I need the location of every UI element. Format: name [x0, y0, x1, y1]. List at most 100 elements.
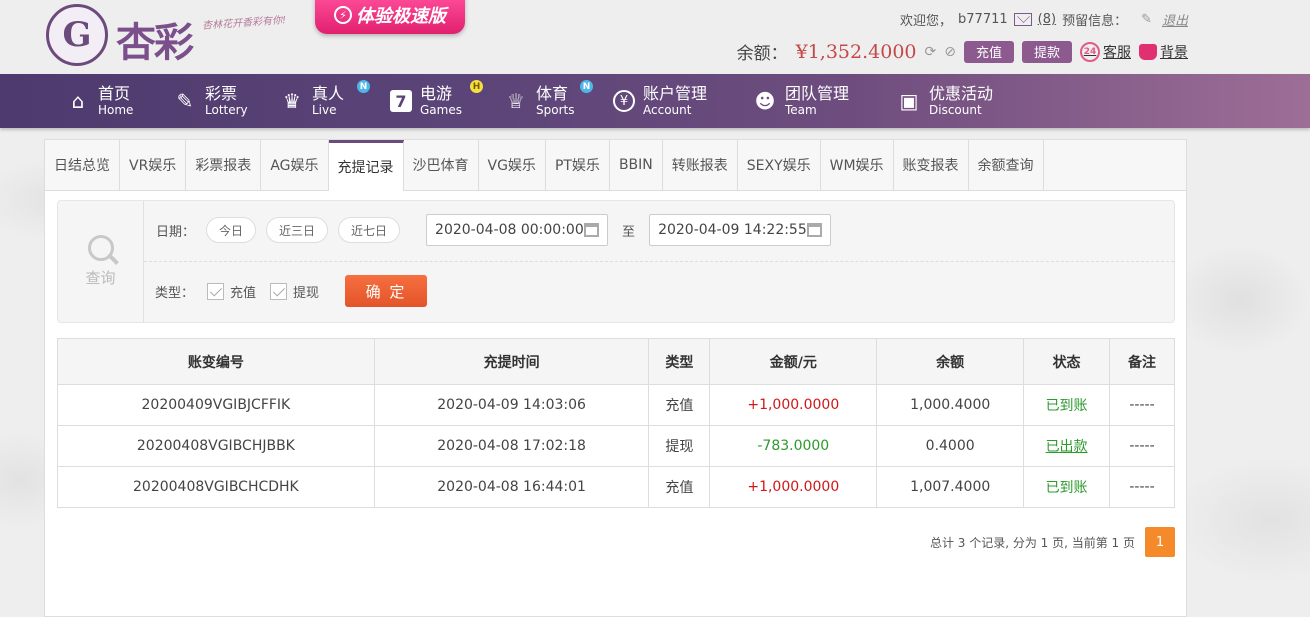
pagination: 总计 3 个记录, 分为 1 页, 当前第 1 页 1	[930, 527, 1175, 557]
date-label: 日期：	[156, 224, 196, 240]
nav-account[interactable]: ¥ 账户管理 Account	[613, 74, 707, 128]
tab-sexy[interactable]: SEXY娱乐	[737, 140, 821, 190]
nav-sublabel: Lottery	[205, 103, 248, 117]
deposit-button[interactable]: 充值	[963, 40, 1014, 63]
main-nav: ⌂ 首页 Home ✎ 彩票 Lottery ♛ 真人 Live N 7 电游 Game…	[0, 74, 1310, 128]
start-date-field[interactable]: 2020-04-08 00:00:00	[426, 214, 609, 246]
column-header: 备注	[1109, 338, 1175, 385]
speed-version-label: 体验极速版	[356, 6, 446, 27]
deposit-checkbox[interactable]: 充值	[207, 282, 256, 301]
tab-saba-sports[interactable]: 沙巴体育	[403, 140, 479, 190]
cell-status-link[interactable]: 已出款	[1023, 425, 1111, 467]
shirt-icon	[1139, 43, 1157, 60]
logo-mark-icon: G	[46, 4, 108, 66]
tab-lottery-report[interactable]: 彩票报表	[186, 140, 262, 190]
cell-status: 已到账	[1023, 384, 1111, 426]
page-1-button[interactable]: 1	[1145, 527, 1175, 557]
tab-bbin[interactable]: BBIN	[609, 140, 663, 190]
background-link[interactable]: 背景	[1139, 42, 1188, 62]
hide-balance-icon[interactable]: ⊘	[944, 44, 956, 60]
refresh-icon[interactable]: ⟳	[925, 44, 937, 60]
table-header-row: 账变编号 充提时间 类型 金额/元 余额 状态 备注	[57, 338, 1175, 385]
tab-wm[interactable]: WM娱乐	[820, 140, 894, 190]
balance-label: 余额：	[736, 44, 788, 64]
pagination-summary: 总计 3 个记录, 分为 1 页, 当前第 1 页	[929, 535, 1135, 550]
mail-icon[interactable]	[1013, 13, 1032, 26]
cell-type: 提现	[648, 425, 711, 467]
type-label: 类型：	[155, 285, 195, 301]
balance-value: ¥1,352.4000	[795, 40, 917, 63]
nav-label: 真人	[312, 84, 345, 103]
tab-account-changes[interactable]: 账变报表	[893, 140, 969, 190]
nav-home[interactable]: ⌂ 首页 Home	[66, 74, 134, 128]
column-header: 账变编号	[57, 338, 375, 385]
withdraw-button[interactable]: 提款	[1021, 40, 1072, 63]
today-button[interactable]: 今日	[206, 217, 257, 243]
end-date-field[interactable]: 2020-04-09 14:22:55	[649, 214, 832, 246]
hot-badge: H	[470, 80, 483, 93]
cell-id: 20200409VGIBJCFFIK	[57, 384, 375, 426]
last-3-days-button[interactable]: 近三日	[266, 217, 329, 243]
tab-vr[interactable]: VR娱乐	[120, 140, 187, 190]
lightning-icon: ⚡	[334, 6, 352, 24]
customer-service-label: 客服	[1103, 44, 1131, 61]
nav-sports[interactable]: ♕ 体育 Sports N	[504, 74, 593, 128]
nav-live[interactable]: ♛ 真人 Live N	[280, 74, 370, 128]
ticket-icon: ✎	[176, 89, 194, 113]
new-badge: N	[357, 80, 370, 93]
column-header: 金额/元	[709, 338, 878, 385]
balance-bar: 余额： ¥1,352.4000 ⟳ ⊘ 充值 提款 24 客服 背景	[737, 39, 1188, 64]
type-filter-row: 类型： 充值 提现 确 定	[155, 275, 428, 307]
tab-transfer-report[interactable]: 转账报表	[662, 140, 738, 190]
username: b77711	[958, 12, 1008, 27]
tab-vg[interactable]: VG娱乐	[478, 140, 546, 190]
cell-balance: 1,000.4000	[876, 384, 1025, 426]
customer-service-link[interactable]: 24 客服	[1080, 41, 1131, 62]
nav-games[interactable]: 7 电游 Games H	[390, 74, 483, 128]
nav-sublabel: Discount	[929, 103, 982, 117]
team-icon: ☻	[754, 89, 776, 113]
nav-discount[interactable]: ▣ 优惠活动 Discount	[897, 74, 993, 128]
new-badge: N	[580, 80, 593, 93]
home-icon: ⌂	[71, 89, 85, 113]
background-label: 背景	[1160, 44, 1188, 61]
cell-balance: 0.4000	[876, 425, 1025, 467]
logo[interactable]: G 杏彩 杏林花开香彩有你!	[46, 4, 286, 66]
edit-icon[interactable]: ✎	[1141, 12, 1152, 27]
tab-daily-summary[interactable]: 日结总览	[45, 140, 120, 190]
cell-note: -----	[1109, 466, 1175, 508]
logo-slogan: 杏林花开香彩有你!	[201, 15, 287, 32]
content-panel: 日结总览 VR娱乐 彩票报表 AG娱乐 充提记录 沙巴体育 VG娱乐 PT娱乐 …	[44, 139, 1187, 617]
logo-text: 杏彩	[116, 19, 194, 66]
nav-sublabel: Games	[420, 103, 462, 117]
header: G 杏彩 杏林花开香彩有你! ⚡ 体验极速版 欢迎您， b77711 (8) 预…	[0, 0, 1310, 74]
tab-pt[interactable]: PT娱乐	[545, 140, 610, 190]
nav-team[interactable]: ☻ 团队管理 Team	[753, 74, 849, 128]
slot-icon: 7	[390, 90, 412, 112]
column-header: 余额	[876, 338, 1025, 385]
checkbox-icon	[270, 282, 288, 300]
nav-sublabel: Team	[785, 103, 817, 117]
deposit-checkbox-label: 充值	[230, 285, 257, 301]
cell-amount: -783.0000	[709, 425, 878, 467]
report-tabs: 日结总览 VR娱乐 彩票报表 AG娱乐 充提记录 沙巴体育 VG娱乐 PT娱乐 …	[45, 140, 1186, 191]
withdraw-checkbox[interactable]: 提现	[270, 282, 319, 301]
nav-label: 首页	[98, 84, 131, 103]
filter-box: 查询 日期： 今日 近三日 近七日 2020-04-08 00:00:00 至 …	[57, 200, 1175, 323]
message-count-link[interactable]: (8)	[1038, 12, 1056, 27]
cell-balance: 1,007.4000	[876, 466, 1025, 508]
welcome-text: 欢迎您，	[900, 14, 953, 29]
cell-status: 已到账	[1023, 466, 1111, 508]
confirm-button[interactable]: 确 定	[345, 275, 428, 307]
speed-version-button[interactable]: ⚡ 体验极速版	[315, 0, 465, 34]
logout-link[interactable]: 退出	[1162, 10, 1188, 29]
filter-divider	[144, 261, 1174, 262]
last-7-days-button[interactable]: 近七日	[338, 217, 401, 243]
tab-balance-query[interactable]: 余额查询	[968, 140, 1044, 190]
table-row: 20200408VGIBCHJBBK 2020-04-08 17:02:18 提…	[57, 425, 1175, 467]
tab-ag[interactable]: AG娱乐	[261, 140, 329, 190]
nav-lottery[interactable]: ✎ 彩票 Lottery	[173, 74, 248, 128]
calendar-icon	[807, 223, 823, 237]
cell-time: 2020-04-08 17:02:18	[373, 425, 650, 467]
tab-deposit-withdraw[interactable]: 充提记录	[328, 140, 404, 191]
